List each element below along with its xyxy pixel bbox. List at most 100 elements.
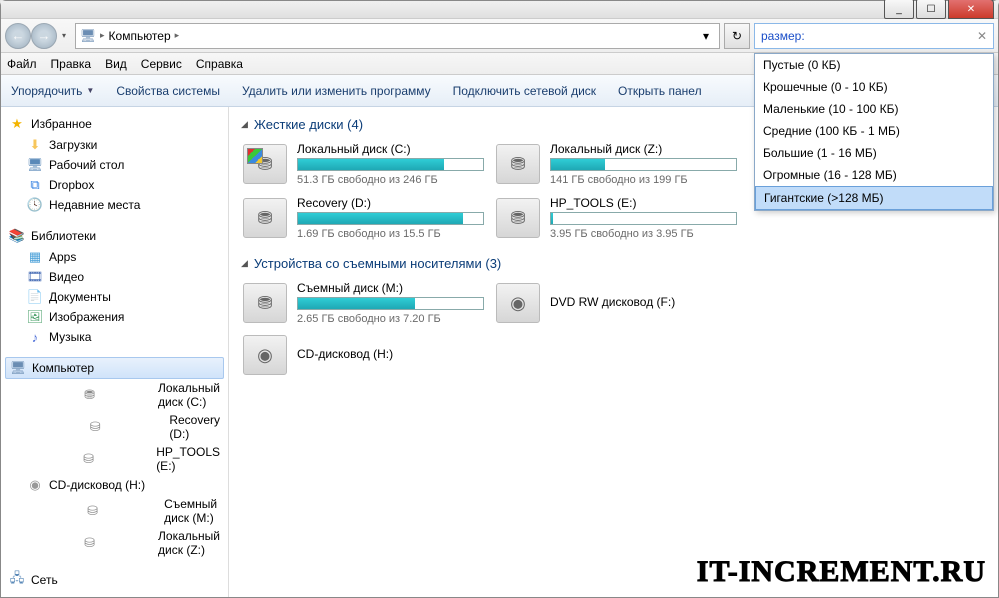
- sidebar-item-music[interactable]: ♪Музыка: [1, 327, 228, 347]
- menu-view[interactable]: Вид: [105, 57, 127, 71]
- capacity-bar: [550, 158, 737, 171]
- dvd-icon: ◉: [243, 335, 287, 375]
- cd-icon: ◉: [27, 477, 43, 493]
- size-filter-item[interactable]: Маленькие (10 - 100 КБ): [755, 98, 993, 120]
- sidebar-network[interactable]: 🖧 Сеть: [1, 569, 228, 591]
- breadcrumb-sep-2[interactable]: ▸: [175, 30, 180, 41]
- dvd-icon: ◉: [496, 283, 540, 323]
- section-removable[interactable]: ◢ Устройства со съемными носителями (3): [241, 256, 986, 271]
- breadcrumb-sep: ▸: [100, 30, 105, 41]
- drive-icon: ⛁: [27, 535, 152, 551]
- drive-name: Локальный диск (Z:): [550, 142, 737, 156]
- sidebar-item-drive-c[interactable]: ⛃Локальный диск (C:): [1, 379, 228, 411]
- toolbar-uninstall-program[interactable]: Удалить или изменить программу: [242, 84, 431, 98]
- drive-item[interactable]: ⛃ Локальный диск (C:) 51.3 ГБ свободно и…: [241, 140, 486, 188]
- drive-item[interactable]: ⛃ Локальный диск (Z:) 141 ГБ свободно из…: [494, 140, 739, 188]
- drive-item[interactable]: ◉ DVD RW дисковод (F:): [494, 279, 739, 327]
- sidebar-favorites[interactable]: ★ Избранное: [1, 113, 228, 135]
- removable-drives-list: ⛃ Съемный диск (M:) 2.65 ГБ свободно из …: [241, 279, 986, 377]
- music-icon: ♪: [27, 329, 43, 345]
- sidebar-item-drive-d[interactable]: ⛁Recovery (D:): [1, 411, 228, 443]
- size-filter-item[interactable]: Средние (100 КБ - 1 МБ): [755, 120, 993, 142]
- size-filter-item[interactable]: Крошечные (0 - 10 КБ): [755, 76, 993, 98]
- forward-button[interactable]: →: [31, 23, 57, 49]
- nav-row: ← → ▾ 🖥 ▸ Компьютер ▸ ▾ ↻ размер: ✕: [1, 19, 998, 53]
- nav-history-dropdown[interactable]: ▾: [57, 23, 71, 49]
- computer-icon: 🖥: [80, 28, 96, 44]
- sidebar-item-video[interactable]: 🎞Видео: [1, 267, 228, 287]
- sidebar-item-recent[interactable]: 🕓Недавние места: [1, 195, 228, 215]
- capacity-bar: [297, 297, 484, 310]
- network-icon: 🖧: [9, 572, 25, 588]
- toolbar-control-panel[interactable]: Открыть панел: [618, 84, 702, 98]
- computer-icon: 🖥: [10, 360, 26, 376]
- back-button[interactable]: ←: [5, 23, 31, 49]
- recent-icon: 🕓: [27, 197, 43, 213]
- maximize-button[interactable]: ☐: [916, 0, 946, 19]
- toolbar-map-drive[interactable]: Подключить сетевой диск: [453, 84, 596, 98]
- sidebar-item-downloads[interactable]: ⬇Загрузки: [1, 135, 228, 155]
- search-input[interactable]: размер: ✕: [754, 23, 994, 49]
- removable-drive-icon: ⛃: [243, 283, 287, 323]
- drive-item[interactable]: ⛃ Съемный диск (M:) 2.65 ГБ свободно из …: [241, 279, 486, 327]
- sidebar-libraries[interactable]: 📚 Библиотеки: [1, 225, 228, 247]
- drive-name: HP_TOOLS (E:): [550, 196, 737, 210]
- address-dropdown[interactable]: ▾: [697, 29, 715, 43]
- menu-help[interactable]: Справка: [196, 57, 243, 71]
- drive-item[interactable]: ⛃ Recovery (D:) 1.69 ГБ свободно из 15.5…: [241, 194, 486, 242]
- menu-file[interactable]: Файл: [7, 57, 37, 71]
- desktop-icon: 🖥: [27, 157, 43, 173]
- search-value: размер:: [761, 29, 805, 43]
- drive-name: Локальный диск (C:): [297, 142, 484, 156]
- collapse-icon: ◢: [241, 119, 248, 130]
- toolbar-organize[interactable]: Упорядочить▼: [11, 84, 94, 98]
- toolbar-system-properties[interactable]: Свойства системы: [116, 84, 220, 98]
- search-clear-icon[interactable]: ✕: [977, 29, 987, 43]
- sidebar-item-drive-z[interactable]: ⛁Локальный диск (Z:): [1, 527, 228, 559]
- drive-item[interactable]: ◉ CD-дисковод (H:): [241, 333, 486, 377]
- drive-item[interactable]: ⛃ HP_TOOLS (E:) 3.95 ГБ свободно из 3.95…: [494, 194, 739, 242]
- apps-icon: ▦: [27, 249, 43, 265]
- sidebar-item-cd-h[interactable]: ◉CD-дисковод (H:): [1, 475, 228, 495]
- drive-stat: 141 ГБ свободно из 199 ГБ: [550, 174, 737, 186]
- address-bar[interactable]: 🖥 ▸ Компьютер ▸ ▾: [75, 23, 720, 49]
- libraries-icon: 📚: [9, 228, 25, 244]
- size-filter-item[interactable]: Пустые (0 КБ): [755, 54, 993, 76]
- drive-name: Съемный диск (M:): [297, 281, 484, 295]
- titlebar: _ ☐ ✕: [1, 1, 998, 19]
- sidebar: ★ Избранное ⬇Загрузки 🖥Рабочий стол ⧉Dro…: [1, 107, 229, 597]
- drive-icon: ⛃: [243, 144, 287, 184]
- downloads-icon: ⬇: [27, 137, 43, 153]
- capacity-bar: [550, 212, 737, 225]
- sidebar-item-pictures[interactable]: 🖼Изображения: [1, 307, 228, 327]
- sidebar-item-removable-m[interactable]: ⛁Съемный диск (M:): [1, 495, 228, 527]
- menu-service[interactable]: Сервис: [141, 57, 182, 71]
- pictures-icon: 🖼: [27, 309, 43, 325]
- drive-stat: 3.95 ГБ свободно из 3.95 ГБ: [550, 228, 737, 240]
- drive-stat: 1.69 ГБ свободно из 15.5 ГБ: [297, 228, 484, 240]
- drive-icon: ⛃: [496, 198, 540, 238]
- drive-name: Recovery (D:): [297, 196, 484, 210]
- size-filter-item[interactable]: Огромные (16 - 128 МБ): [755, 164, 993, 186]
- star-icon: ★: [9, 116, 25, 132]
- drive-name: CD-дисковод (H:): [297, 347, 484, 361]
- sidebar-item-apps[interactable]: ▦Apps: [1, 247, 228, 267]
- drive-stat: 2.65 ГБ свободно из 7.20 ГБ: [297, 313, 484, 325]
- size-filter-item[interactable]: Большие (1 - 16 МБ): [755, 142, 993, 164]
- sidebar-item-desktop[interactable]: 🖥Рабочий стол: [1, 155, 228, 175]
- menu-edit[interactable]: Правка: [51, 57, 92, 71]
- capacity-bar: [297, 158, 484, 171]
- size-filter-item[interactable]: Гигантские (>128 МБ): [755, 186, 993, 210]
- sidebar-computer[interactable]: 🖥 Компьютер: [5, 357, 224, 379]
- sidebar-item-drive-e[interactable]: ⛁HP_TOOLS (E:): [1, 443, 228, 475]
- sidebar-item-documents[interactable]: 📄Документы: [1, 287, 228, 307]
- drive-stat: 51.3 ГБ свободно из 246 ГБ: [297, 174, 484, 186]
- breadcrumb-computer[interactable]: Компьютер: [109, 29, 171, 43]
- refresh-button[interactable]: ↻: [724, 23, 750, 49]
- dropbox-icon: ⧉: [27, 177, 43, 193]
- minimize-button[interactable]: _: [884, 0, 914, 19]
- drive-name: DVD RW дисковод (F:): [550, 295, 737, 309]
- drive-icon: ⛁: [27, 419, 163, 435]
- close-button[interactable]: ✕: [948, 0, 994, 19]
- sidebar-item-dropbox[interactable]: ⧉Dropbox: [1, 175, 228, 195]
